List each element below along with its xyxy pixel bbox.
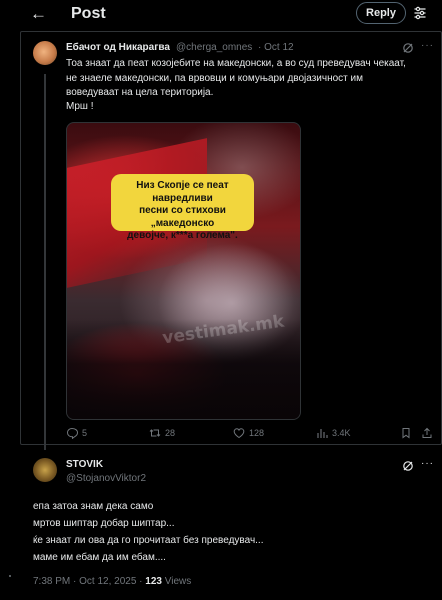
main-text-line: мртов шиптар добар шиптар... xyxy=(33,518,175,529)
quoted-text-line: Мрш ! xyxy=(66,101,94,112)
repost-count: 28 xyxy=(165,428,176,438)
post-metadata: 7:38 PM · Oct 12, 2025 · 123 Views xyxy=(33,576,191,587)
quoted-author-handle[interactable]: @cherga_omnes xyxy=(176,42,252,53)
views-label: Views xyxy=(161,576,192,587)
views-action[interactable]: 3.4K xyxy=(316,427,351,439)
post-timestamp[interactable]: 7:38 PM · Oct 12, 2025 · xyxy=(33,576,145,587)
page-title: Post xyxy=(71,5,106,22)
avatar[interactable] xyxy=(33,41,57,65)
reply-action[interactable]: 5 xyxy=(66,427,87,439)
like-action[interactable]: 128 xyxy=(233,427,264,439)
quoted-author-name[interactable]: Ебачот од Никарагва xyxy=(66,42,170,53)
left-edge-dot xyxy=(9,575,11,577)
reply-button[interactable]: Reply xyxy=(356,2,406,24)
main-text-line: маме им ебам да им ебам.... xyxy=(33,552,166,563)
reply-icon xyxy=(66,427,78,439)
grok-icon[interactable] xyxy=(402,42,414,54)
action-bar: 5 28 128 3.4K xyxy=(66,427,432,441)
thread-connector-line xyxy=(44,74,46,450)
media-caption-line: девојче, к***а голема". xyxy=(127,230,238,241)
more-icon[interactable]: ··· xyxy=(421,458,434,469)
main-text-line: ќе знаат ли ова да го прочитаат без прев… xyxy=(33,535,264,546)
grok-icon[interactable] xyxy=(402,460,414,472)
like-count: 128 xyxy=(249,428,265,438)
share-icon[interactable] xyxy=(421,427,433,439)
back-arrow-icon[interactable]: ← xyxy=(30,4,47,24)
like-icon xyxy=(233,428,245,439)
views-icon xyxy=(317,429,328,438)
media-caption-box: Низ Скопје се пеат навредливи песни со с… xyxy=(111,174,254,241)
main-author-name[interactable]: STOVIK xyxy=(66,459,103,470)
media-caption-line: песни со стихови „македонско xyxy=(139,205,226,229)
quoted-post-date[interactable]: · Oct 12 xyxy=(258,42,294,53)
quoted-text-line: Тоа знаат да пеат козојебите на македонс… xyxy=(66,58,406,69)
main-author-handle[interactable]: @StojanovViktor2 xyxy=(66,473,146,484)
quoted-text-line: воведуваат на цела територија. xyxy=(66,87,214,98)
repost-action[interactable]: 28 xyxy=(149,427,175,439)
avatar[interactable] xyxy=(33,458,57,482)
more-icon[interactable]: ··· xyxy=(421,40,434,51)
bookmark-icon[interactable] xyxy=(400,427,412,439)
top-bar: ← Post Reply xyxy=(0,0,442,30)
media-caption-line: Низ Скопје се пеат навредливи xyxy=(136,180,229,204)
quoted-text-line: не знаеле македонски, па врвовци и комуњ… xyxy=(66,73,363,84)
views-count: 3.4K xyxy=(332,428,351,438)
reply-count: 5 xyxy=(82,428,88,438)
post-media-image[interactable]: Низ Скопје се пеат навредливи песни со с… xyxy=(66,122,301,420)
repost-icon xyxy=(149,429,161,437)
views-number: 123 xyxy=(145,576,162,587)
main-text-line: епа затоа знам дека само xyxy=(33,501,154,512)
tune-icon[interactable] xyxy=(413,6,427,20)
